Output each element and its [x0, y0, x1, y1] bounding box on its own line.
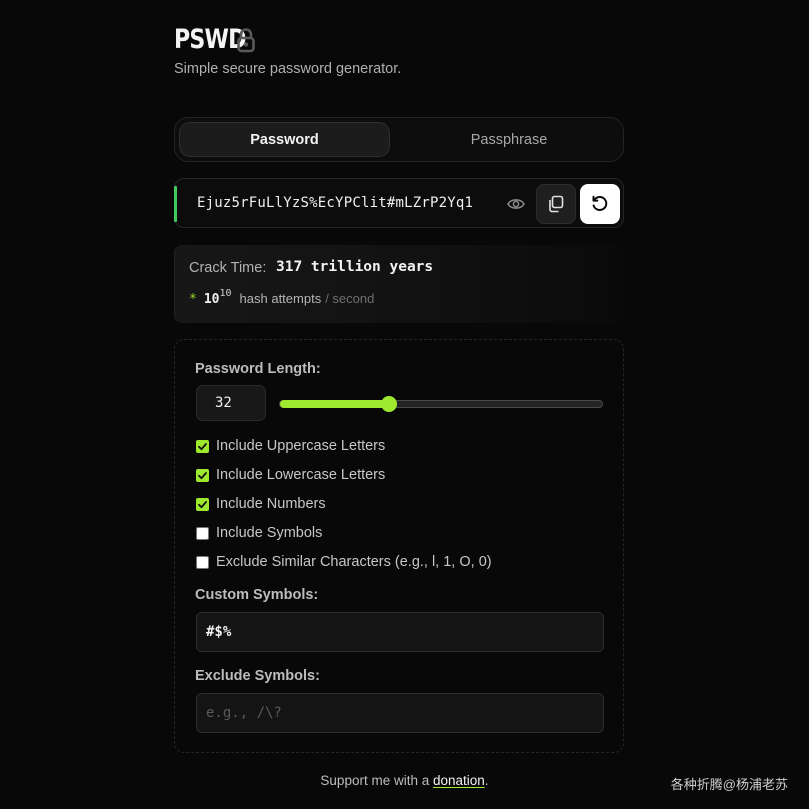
eye-icon[interactable]: [506, 195, 526, 213]
option-symbols[interactable]: Include Symbols: [196, 525, 322, 541]
crack-time-value: 317 trillion years: [276, 259, 434, 275]
checkbox-exclude-similar[interactable]: [196, 555, 209, 569]
option-label: Exclude Similar Characters (e.g., l, 1, …: [216, 554, 492, 570]
refresh-icon: [592, 195, 608, 212]
footer-text: Support me with a: [320, 773, 433, 788]
checkbox-lowercase[interactable]: [196, 468, 209, 482]
checkbox-numbers[interactable]: [196, 497, 209, 511]
option-exclude-similar[interactable]: Exclude Similar Characters (e.g., l, 1, …: [196, 554, 492, 570]
footer-suffix: .: [484, 773, 489, 788]
custom-symbols-label: Custom Symbols:: [195, 587, 319, 603]
option-lowercase[interactable]: Include Lowercase Letters: [196, 467, 385, 483]
check-icon: [198, 471, 207, 479]
mode-tabs: Password Passphrase: [174, 117, 624, 162]
generated-password[interactable]: Ejuz5rFuLlYzS%EcYPClit#mLZrP2Yq1: [197, 195, 473, 211]
hash-base: 10: [203, 292, 220, 307]
length-label: Password Length:: [195, 361, 321, 377]
option-label: Include Numbers: [216, 496, 326, 512]
slider-fill: [280, 400, 390, 408]
per-second-label: / second: [325, 291, 375, 306]
checkbox-symbols[interactable]: [196, 526, 209, 540]
option-uppercase[interactable]: Include Uppercase Letters: [196, 438, 385, 454]
option-label: Include Symbols: [216, 525, 323, 541]
hash-exponent: 10: [219, 288, 232, 299]
check-icon: [198, 500, 207, 508]
crack-time-panel: Crack Time: 317 trillion years * 10 10 h…: [174, 245, 624, 323]
watermark: 各种折腾@杨浦老苏: [670, 777, 788, 792]
password-output: Ejuz5rFuLlYzS%EcYPClit#mLZrP2Yq1: [174, 178, 624, 228]
tab-passphrase[interactable]: Passphrase: [397, 122, 621, 157]
settings-panel: Password Length: 32 Include Uppercase Le…: [174, 339, 624, 753]
hash-rate: * 10 10 hash attempts / second: [189, 288, 375, 307]
donation-link[interactable]: donation: [433, 773, 485, 788]
asterisk-icon: *: [189, 292, 197, 307]
check-icon: [198, 442, 207, 450]
slider-thumb[interactable]: [381, 396, 398, 412]
exclude-symbols-label: Exclude Symbols:: [195, 668, 320, 684]
header: PSWD: [174, 24, 256, 55]
checkbox-uppercase[interactable]: [196, 439, 209, 453]
regenerate-button[interactable]: [580, 184, 620, 224]
hash-attempts-label: hash attempts: [239, 291, 322, 306]
exclude-symbols-input[interactable]: e.g., /\?: [196, 693, 604, 733]
strength-indicator: [174, 186, 177, 222]
length-input[interactable]: 32: [196, 385, 266, 421]
custom-symbols-input[interactable]: #$%: [196, 612, 604, 652]
app-title: PSWD: [174, 24, 247, 55]
tab-password[interactable]: Password: [179, 122, 390, 157]
option-label: Include Uppercase Letters: [216, 438, 386, 454]
option-numbers[interactable]: Include Numbers: [196, 496, 326, 512]
option-label: Include Lowercase Letters: [216, 467, 386, 483]
copy-icon: [549, 195, 564, 213]
length-slider[interactable]: [279, 396, 603, 412]
copy-button[interactable]: [536, 184, 576, 224]
app-subtitle: Simple secure password generator.: [174, 61, 402, 77]
crack-time-label: Crack Time:: [189, 260, 267, 276]
lock-icon: [236, 27, 256, 53]
